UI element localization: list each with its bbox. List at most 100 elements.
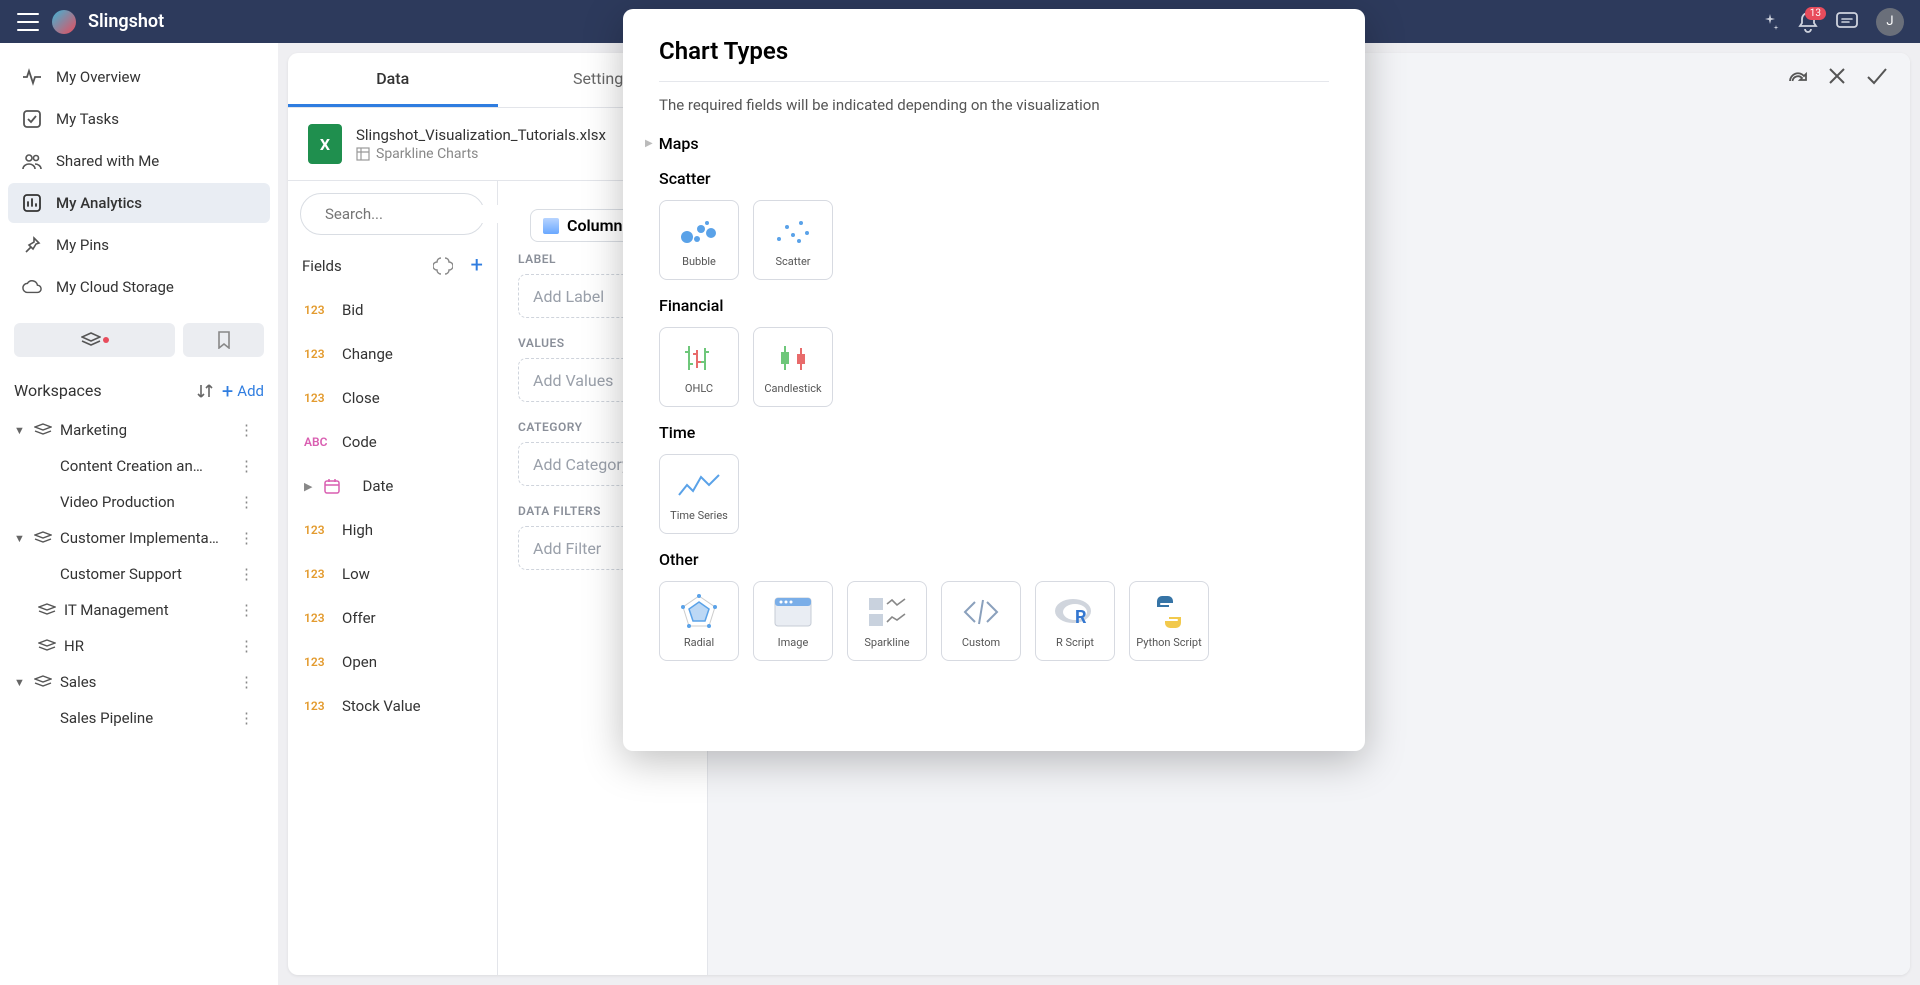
chart-sparkline[interactable]: Sparkline bbox=[847, 581, 927, 661]
sidebar-item-shared[interactable]: Shared with Me bbox=[8, 141, 270, 181]
sheet-icon bbox=[356, 147, 370, 161]
users-icon bbox=[22, 151, 42, 171]
more-icon[interactable]: ⋮ bbox=[233, 709, 260, 727]
chart-scatter[interactable]: Scatter bbox=[753, 200, 833, 280]
chart-pyscript[interactable]: Python Script bbox=[1129, 581, 1209, 661]
chart-custom[interactable]: Custom bbox=[941, 581, 1021, 661]
chart-radial[interactable]: Radial bbox=[659, 581, 739, 661]
avatar[interactable]: J bbox=[1876, 8, 1904, 36]
svg-text:R: R bbox=[1075, 607, 1087, 628]
workspace-hr[interactable]: HR⋮ bbox=[8, 628, 266, 664]
workspace-it-mgmt[interactable]: IT Management⋮ bbox=[8, 592, 266, 628]
stack-button[interactable] bbox=[14, 323, 175, 357]
field-stock-value[interactable]: 123Stock Value bbox=[288, 684, 497, 728]
section-time[interactable]: Time bbox=[659, 423, 1329, 442]
sparkle-icon[interactable] bbox=[1760, 12, 1780, 32]
fields-label: Fields bbox=[302, 257, 342, 275]
section-financial[interactable]: Financial bbox=[659, 296, 1329, 315]
workspaces-title: Workspaces bbox=[14, 381, 102, 400]
pin-icon bbox=[22, 235, 42, 255]
chart-candlestick[interactable]: Candlestick bbox=[753, 327, 833, 407]
field-bid[interactable]: 123Bid bbox=[288, 288, 497, 332]
number-type-icon: 123 bbox=[304, 523, 332, 537]
chart-icon bbox=[22, 193, 42, 213]
cloud-icon bbox=[22, 277, 42, 297]
more-icon[interactable]: ⋮ bbox=[233, 493, 260, 511]
more-icon[interactable]: ⋮ bbox=[233, 529, 260, 547]
add-workspace-button[interactable]: +Add bbox=[222, 382, 264, 400]
field-low[interactable]: 123Low bbox=[288, 552, 497, 596]
number-type-icon: 123 bbox=[304, 391, 332, 405]
brand-name: Slingshot bbox=[88, 11, 164, 32]
section-scatter[interactable]: Scatter bbox=[659, 169, 1329, 188]
field-open[interactable]: 123Open bbox=[288, 640, 497, 684]
checkbox-icon bbox=[22, 109, 42, 129]
more-icon[interactable]: ⋮ bbox=[233, 457, 260, 475]
workspace-marketing[interactable]: ▼Marketing⋮ bbox=[8, 412, 266, 448]
section-other[interactable]: Other bbox=[659, 550, 1329, 569]
field-change[interactable]: 123Change bbox=[288, 332, 497, 376]
close-icon[interactable] bbox=[1828, 67, 1846, 87]
sheet-name: Sparkline Charts bbox=[376, 146, 478, 162]
more-icon[interactable]: ⋮ bbox=[233, 637, 260, 655]
section-maps[interactable]: ▶Maps bbox=[659, 134, 1329, 153]
notifications-badge: 13 bbox=[1805, 7, 1826, 20]
column-chart-icon bbox=[543, 218, 559, 234]
field-close[interactable]: 123Close bbox=[288, 376, 497, 420]
chart-ohlc[interactable]: OHLC bbox=[659, 327, 739, 407]
chart-timeseries[interactable]: Time Series bbox=[659, 454, 739, 534]
search-input[interactable] bbox=[300, 193, 485, 235]
modal-desc: The required fields will be indicated de… bbox=[659, 96, 1329, 114]
number-type-icon: 123 bbox=[304, 347, 332, 361]
chart-types-modal: Chart Types The required fields will be … bbox=[623, 9, 1365, 751]
brain-icon[interactable] bbox=[433, 256, 453, 276]
logo-icon bbox=[52, 10, 76, 34]
sort-icon[interactable] bbox=[196, 382, 214, 400]
number-type-icon: 123 bbox=[304, 611, 332, 625]
more-icon[interactable]: ⋮ bbox=[233, 421, 260, 439]
field-list: 123Bid123Change123CloseABCCode▶Date123Hi… bbox=[288, 288, 497, 975]
sidebar-item-pins[interactable]: My Pins bbox=[8, 225, 270, 265]
sidebar-item-overview[interactable]: My Overview bbox=[8, 57, 270, 97]
number-type-icon: 123 bbox=[304, 655, 332, 669]
chart-rscript[interactable]: RR Script bbox=[1035, 581, 1115, 661]
file-name: Slingshot_Visualization_Tutorials.xlsx bbox=[356, 126, 606, 144]
redo-icon[interactable] bbox=[1786, 67, 1808, 87]
menu-icon[interactable] bbox=[16, 10, 40, 34]
field-code[interactable]: ABCCode bbox=[288, 420, 497, 464]
pulse-icon bbox=[22, 67, 42, 87]
excel-icon: X bbox=[308, 124, 342, 164]
workspaces-tree: ▼Marketing⋮ Content Creation an…⋮ Video … bbox=[8, 412, 270, 971]
field-high[interactable]: 123High bbox=[288, 508, 497, 552]
add-field-icon[interactable]: + bbox=[471, 253, 483, 278]
workspace-customer-support[interactable]: Customer Support⋮ bbox=[8, 556, 266, 592]
sidebar-item-tasks[interactable]: My Tasks bbox=[8, 99, 270, 139]
number-type-icon: 123 bbox=[304, 303, 332, 317]
bookmark-button[interactable] bbox=[183, 323, 264, 357]
workspace-content-creation[interactable]: Content Creation an…⋮ bbox=[8, 448, 266, 484]
confirm-icon[interactable] bbox=[1866, 67, 1888, 87]
workspace-sales-pipeline[interactable]: Sales Pipeline⋮ bbox=[8, 700, 266, 736]
sidebar: My Overview My Tasks Shared with Me My A… bbox=[0, 43, 278, 985]
text-type-icon: ABC bbox=[304, 435, 332, 449]
workspace-customer-impl[interactable]: ▼Customer Implementa…⋮ bbox=[8, 520, 266, 556]
chat-icon[interactable] bbox=[1836, 12, 1858, 32]
field-offer[interactable]: 123Offer bbox=[288, 596, 497, 640]
notifications-icon[interactable]: 13 bbox=[1798, 11, 1818, 33]
more-icon[interactable]: ⋮ bbox=[233, 601, 260, 619]
number-type-icon: 123 bbox=[304, 699, 332, 713]
number-type-icon: 123 bbox=[304, 567, 332, 581]
chevron-right-icon: ▶ bbox=[304, 480, 312, 493]
more-icon[interactable]: ⋮ bbox=[233, 673, 260, 691]
modal-title: Chart Types bbox=[659, 37, 1329, 65]
tab-data[interactable]: Data bbox=[288, 53, 498, 107]
chart-bubble[interactable]: Bubble bbox=[659, 200, 739, 280]
sidebar-item-cloud[interactable]: My Cloud Storage bbox=[8, 267, 270, 307]
workspace-video-production[interactable]: Video Production⋮ bbox=[8, 484, 266, 520]
date-type-icon bbox=[324, 478, 352, 494]
workspace-sales[interactable]: ▼Sales⋮ bbox=[8, 664, 266, 700]
sidebar-item-analytics[interactable]: My Analytics bbox=[8, 183, 270, 223]
chart-image[interactable]: Image bbox=[753, 581, 833, 661]
field-date[interactable]: ▶Date bbox=[288, 464, 497, 508]
more-icon[interactable]: ⋮ bbox=[233, 565, 260, 583]
